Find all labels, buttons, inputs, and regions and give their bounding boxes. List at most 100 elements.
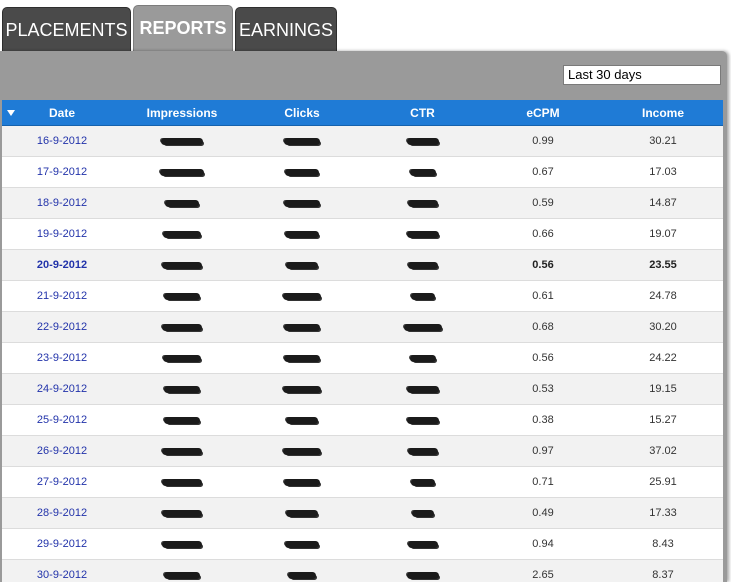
date-link[interactable]: 23-9-2012 — [37, 352, 87, 364]
date-link[interactable]: 24-9-2012 — [37, 383, 87, 395]
column-header-income[interactable]: Income — [603, 100, 723, 126]
cell-ecpm: 0.59 — [483, 187, 603, 219]
redaction-scribble — [286, 261, 318, 269]
date-link[interactable]: 30-9-2012 — [37, 569, 87, 581]
redaction-scribble — [162, 540, 202, 548]
column-header-ecpm[interactable]: eCPM — [483, 100, 603, 126]
cell-ctr-redacted — [362, 559, 483, 582]
cell-date: 17-9-2012 — [2, 156, 122, 188]
date-link[interactable]: 19-9-2012 — [37, 228, 87, 240]
redaction-scribble — [285, 168, 319, 176]
cell-impressions-redacted — [122, 125, 242, 157]
cell-date: 24-9-2012 — [2, 373, 122, 405]
table-row: 22-9-2012 0.68 30.20 — [2, 311, 723, 343]
date-link[interactable]: 26-9-2012 — [37, 445, 87, 457]
table-row: 30-9-2012 2.65 8.37 — [2, 559, 723, 582]
cell-income: 25.91 — [603, 466, 723, 498]
cell-date: 26-9-2012 — [2, 435, 122, 467]
sort-desc-icon[interactable] — [7, 110, 15, 116]
date-link[interactable]: 21-9-2012 — [37, 290, 87, 302]
tab-earnings[interactable]: EARNINGS — [235, 7, 337, 52]
date-link[interactable]: 22-9-2012 — [37, 321, 87, 333]
cell-date: 18-9-2012 — [2, 187, 122, 219]
cell-impressions-redacted — [122, 280, 242, 312]
date-link[interactable]: 20-9-2012 — [37, 259, 87, 271]
cell-date: 19-9-2012 — [2, 218, 122, 250]
redaction-scribble — [162, 509, 202, 517]
redaction-scribble — [406, 571, 439, 579]
cell-income: 24.22 — [603, 342, 723, 374]
redaction-scribble — [286, 416, 318, 424]
cell-income: 30.20 — [603, 311, 723, 343]
cell-ctr-redacted — [362, 466, 483, 498]
cell-impressions-redacted — [122, 404, 242, 436]
cell-income: 8.43 — [603, 528, 723, 560]
tab-reports[interactable]: REPORTS — [133, 5, 233, 53]
cell-ecpm: 0.94 — [483, 528, 603, 560]
redaction-scribble — [284, 478, 320, 486]
cell-date: 23-9-2012 — [2, 342, 122, 374]
cell-ctr-redacted — [362, 311, 483, 343]
cell-date: 16-9-2012 — [2, 125, 122, 157]
cell-clicks-redacted — [242, 249, 362, 281]
redaction-scribble — [407, 540, 438, 548]
cell-date: 25-9-2012 — [2, 404, 122, 436]
cell-ecpm: 0.49 — [483, 497, 603, 529]
redaction-scribble — [163, 354, 201, 362]
cell-impressions-redacted — [122, 559, 242, 582]
cell-income: 17.03 — [603, 156, 723, 188]
table-row: 28-9-2012 0.49 17.33 — [2, 497, 723, 529]
tab-placements[interactable]: PLACEMENTS — [2, 7, 131, 52]
cell-income: 14.87 — [603, 187, 723, 219]
column-header-clicks[interactable]: Clicks — [242, 100, 362, 126]
date-link[interactable]: 28-9-2012 — [37, 507, 87, 519]
cell-clicks-redacted — [242, 497, 362, 529]
redaction-scribble — [407, 199, 438, 207]
redaction-scribble — [288, 571, 316, 579]
date-range-select[interactable]: Last 30 days — [563, 65, 721, 85]
cell-impressions-redacted — [122, 311, 242, 343]
cell-date: 21-9-2012 — [2, 280, 122, 312]
cell-income: 8.37 — [603, 559, 723, 582]
redaction-scribble — [283, 292, 321, 300]
date-link[interactable]: 18-9-2012 — [37, 197, 87, 209]
report-table-body: 16-9-2012 0.99 30.21 17-9-2012 0.67 17.03 18-9… — [2, 125, 723, 582]
cell-ecpm: 0.68 — [483, 311, 603, 343]
redaction-scribble — [283, 447, 321, 455]
redaction-scribble — [284, 354, 320, 362]
cell-ctr-redacted — [362, 125, 483, 157]
table-row: 19-9-2012 0.66 19.07 — [2, 218, 723, 250]
cell-clicks-redacted — [242, 466, 362, 498]
cell-income: 19.07 — [603, 218, 723, 250]
cell-income: 15.27 — [603, 404, 723, 436]
cell-impressions-redacted — [122, 373, 242, 405]
redaction-scribble — [406, 230, 439, 238]
date-link[interactable]: 29-9-2012 — [37, 538, 87, 550]
cell-clicks-redacted — [242, 528, 362, 560]
date-link[interactable]: 16-9-2012 — [37, 135, 87, 147]
table-row: 17-9-2012 0.67 17.03 — [2, 156, 723, 188]
cell-clicks-redacted — [242, 280, 362, 312]
cell-ctr-redacted — [362, 435, 483, 467]
date-link[interactable]: 27-9-2012 — [37, 476, 87, 488]
column-header-ctr[interactable]: CTR — [362, 100, 483, 126]
table-row: 20-9-2012 0.56 23.55 — [2, 249, 723, 281]
redaction-scribble — [406, 416, 439, 424]
cell-impressions-redacted — [122, 466, 242, 498]
cell-income: 17.33 — [603, 497, 723, 529]
column-header-impressions[interactable]: Impressions — [122, 100, 242, 126]
column-header-date[interactable]: Date — [2, 100, 122, 126]
cell-date: 30-9-2012 — [2, 559, 122, 582]
table-row: 18-9-2012 0.59 14.87 — [2, 187, 723, 219]
redaction-scribble — [407, 447, 438, 455]
cell-clicks-redacted — [242, 311, 362, 343]
cell-ctr-redacted — [362, 373, 483, 405]
reports-panel: Last 30 days Date Impressions Clicks CTR… — [0, 51, 727, 582]
redaction-scribble — [164, 416, 200, 424]
date-link[interactable]: 25-9-2012 — [37, 414, 87, 426]
redaction-scribble — [403, 323, 442, 331]
date-link[interactable]: 17-9-2012 — [37, 166, 87, 178]
table-header-row: Date Impressions Clicks CTR eCPM Income — [2, 100, 723, 126]
cell-impressions-redacted — [122, 497, 242, 529]
cell-impressions-redacted — [122, 342, 242, 374]
